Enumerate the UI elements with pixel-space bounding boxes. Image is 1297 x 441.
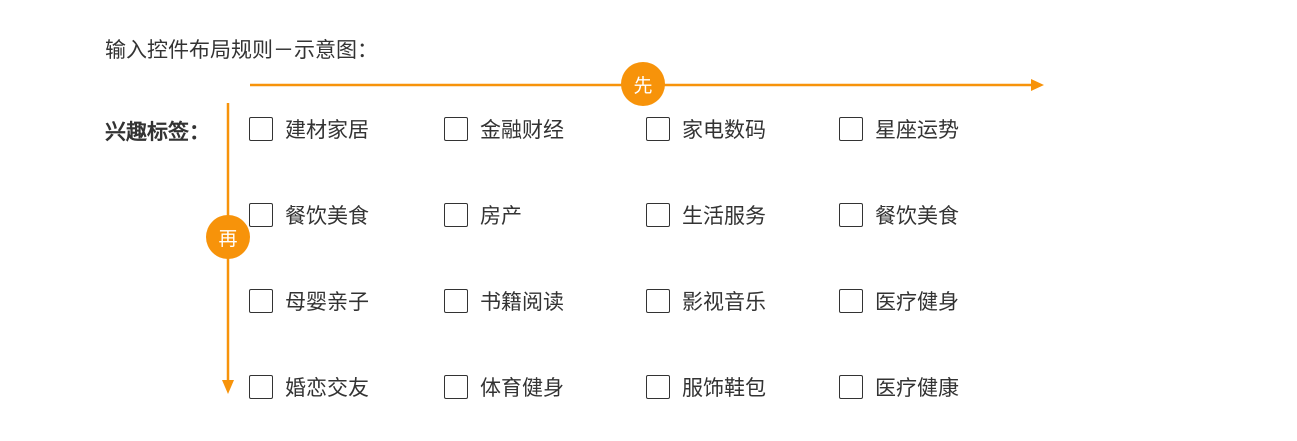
tag-option-label: 服饰鞋包 xyxy=(682,376,766,400)
checkbox[interactable] xyxy=(839,289,863,313)
tag-option-label: 母婴亲子 xyxy=(285,290,369,314)
interest-tags-label: 兴趣标签： xyxy=(105,120,210,144)
checkbox[interactable] xyxy=(249,289,273,313)
checkbox[interactable] xyxy=(249,117,273,141)
tag-option-label: 房产 xyxy=(480,204,522,228)
tag-option[interactable]: 餐饮美食 xyxy=(249,200,369,230)
tag-option[interactable]: 婚恋交友 xyxy=(249,372,369,402)
tag-option[interactable]: 家电数码 xyxy=(646,114,766,144)
checkbox[interactable] xyxy=(839,375,863,399)
badge-first: 先 xyxy=(621,62,665,106)
tag-option-label: 婚恋交友 xyxy=(285,376,369,400)
tag-option[interactable]: 建材家居 xyxy=(249,114,369,144)
tag-option-label: 医疗健康 xyxy=(875,376,959,400)
tag-option[interactable]: 影视音乐 xyxy=(646,286,766,316)
tag-option-label: 建材家居 xyxy=(285,118,369,142)
checkbox[interactable] xyxy=(646,375,670,399)
checkbox[interactable] xyxy=(444,117,468,141)
checkbox[interactable] xyxy=(444,203,468,227)
tag-option[interactable]: 医疗健身 xyxy=(839,286,959,316)
tag-option-label: 金融财经 xyxy=(480,118,564,142)
checkbox[interactable] xyxy=(249,203,273,227)
checkbox[interactable] xyxy=(444,375,468,399)
tag-option[interactable]: 星座运势 xyxy=(839,114,959,144)
tag-option-label: 星座运势 xyxy=(875,118,959,142)
tag-option[interactable]: 书籍阅读 xyxy=(444,286,564,316)
tag-option-label: 医疗健身 xyxy=(875,290,959,314)
tag-option[interactable]: 生活服务 xyxy=(646,200,766,230)
tag-option-label: 家电数码 xyxy=(682,118,766,142)
tag-option[interactable]: 母婴亲子 xyxy=(249,286,369,316)
checkbox[interactable] xyxy=(646,289,670,313)
tag-option-label: 生活服务 xyxy=(682,204,766,228)
checkbox[interactable] xyxy=(249,375,273,399)
tag-option[interactable]: 服饰鞋包 xyxy=(646,372,766,402)
tag-option-label: 体育健身 xyxy=(480,376,564,400)
tag-option-label: 餐饮美食 xyxy=(285,204,369,228)
tag-option[interactable]: 体育健身 xyxy=(444,372,564,402)
checkbox[interactable] xyxy=(839,203,863,227)
tag-option-label: 餐饮美食 xyxy=(875,204,959,228)
checkbox[interactable] xyxy=(444,289,468,313)
tag-option[interactable]: 金融财经 xyxy=(444,114,564,144)
tag-option-label: 影视音乐 xyxy=(682,290,766,314)
checkbox[interactable] xyxy=(646,203,670,227)
badge-then: 再 xyxy=(206,215,250,259)
tag-option[interactable]: 医疗健康 xyxy=(839,372,959,402)
checkbox[interactable] xyxy=(646,117,670,141)
tag-option-label: 书籍阅读 xyxy=(480,290,564,314)
tag-option[interactable]: 房产 xyxy=(444,200,522,230)
tag-option[interactable]: 餐饮美食 xyxy=(839,200,959,230)
checkbox[interactable] xyxy=(839,117,863,141)
